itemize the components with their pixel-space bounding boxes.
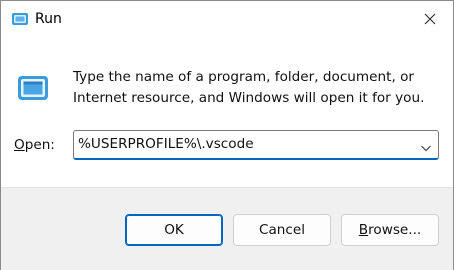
- cancel-button-label: Cancel: [258, 222, 306, 238]
- ok-button-label: OK: [164, 222, 184, 238]
- cancel-button[interactable]: Cancel: [233, 214, 331, 246]
- close-icon: [424, 10, 436, 29]
- run-program-icon: [17, 75, 49, 101]
- ok-button[interactable]: OK: [125, 214, 223, 246]
- run-dialog: Run Type the name of a program, folder, …: [0, 0, 454, 270]
- button-bar: OK Cancel Browse...: [1, 187, 453, 270]
- browse-button[interactable]: Browse...: [341, 214, 439, 246]
- open-label-accelerator: O: [14, 137, 25, 153]
- description-line-2: Internet resource, and Windows will open…: [73, 90, 425, 106]
- run-dialog-icon: [11, 10, 29, 28]
- chevron-down-icon[interactable]: [420, 139, 432, 152]
- browse-label-text: rowse...: [368, 222, 422, 238]
- open-input[interactable]: %USERPROFILE%\.vscode: [78, 136, 398, 152]
- browse-button-label: Browse...: [359, 222, 421, 238]
- open-combobox[interactable]: %USERPROFILE%\.vscode: [73, 130, 439, 160]
- open-label: Open:: [14, 137, 55, 153]
- description-line-1: Type the name of a program, folder, docu…: [73, 69, 415, 85]
- title-bar[interactable]: Run: [1, 1, 453, 37]
- description: Type the name of a program, folder, docu…: [73, 67, 433, 109]
- open-label-text: pen:: [24, 137, 55, 153]
- browse-accelerator: B: [358, 222, 369, 238]
- close-button[interactable]: [407, 1, 453, 37]
- window-title: Run: [35, 11, 62, 27]
